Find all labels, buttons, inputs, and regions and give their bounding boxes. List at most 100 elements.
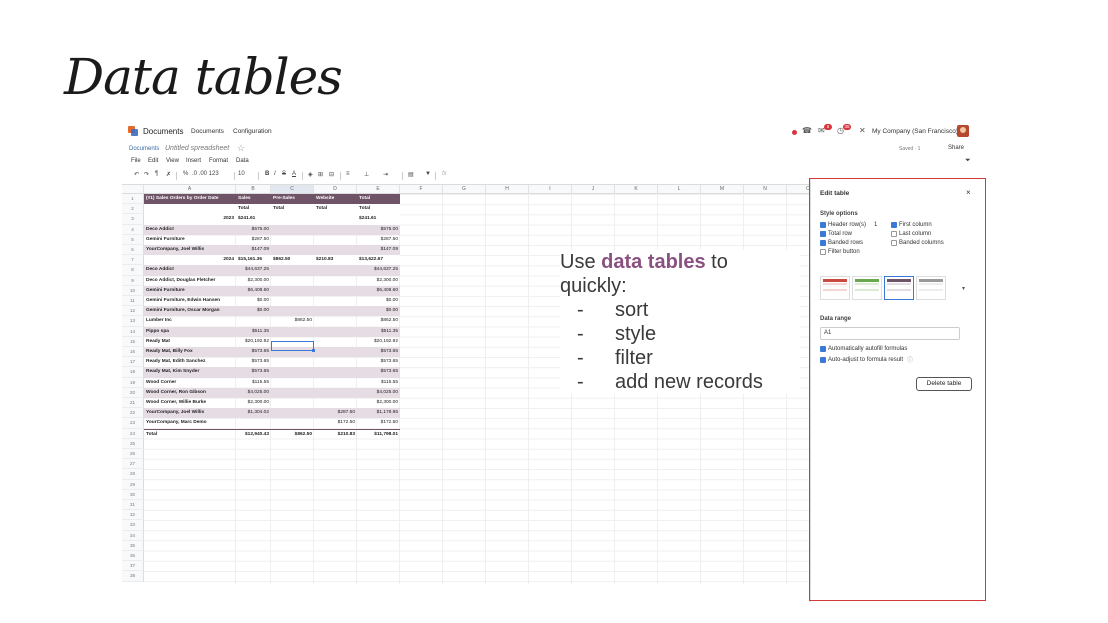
table-cell[interactable]: Total <box>144 430 236 439</box>
table-cell[interactable] <box>236 418 271 428</box>
table-cell[interactable] <box>314 398 357 408</box>
table-cell[interactable]: $2,300.00 <box>236 398 271 408</box>
column-header[interactable]: K <box>615 185 658 194</box>
table-cell[interactable]: $13,622.67 <box>357 255 400 265</box>
table-cell[interactable]: $573.65 <box>357 347 400 357</box>
table-cell[interactable]: $241.61 <box>357 214 400 224</box>
company-switcher[interactable]: My Company (San Francisco) <box>872 128 958 135</box>
table-cell[interactable]: $1,304.02 <box>236 408 271 418</box>
table-cell[interactable] <box>271 306 314 316</box>
table-row[interactable]: Pippo spa $511.35 $511.35 <box>144 326 400 337</box>
table-cell[interactable]: $287.50 <box>236 235 271 245</box>
app-name[interactable]: Documents <box>143 127 183 136</box>
table-cell[interactable]: Lumber Inc <box>144 316 236 326</box>
row-header[interactable]: 32 <box>122 510 144 521</box>
table-cell[interactable] <box>271 235 314 245</box>
last-column-checkbox[interactable]: Last column <box>891 231 931 237</box>
table-cell[interactable]: $11,798.01 <box>357 430 400 439</box>
row-header[interactable]: 18 <box>122 367 144 378</box>
style-swatch-gray[interactable] <box>916 276 946 300</box>
table-cell[interactable]: Deco Addict <box>144 225 236 235</box>
table-cell[interactable]: Ready Mat <box>144 337 236 347</box>
row-header[interactable]: 10 <box>122 285 144 296</box>
table-cell[interactable]: $573.65 <box>236 367 271 377</box>
number-format[interactable]: .0 .00 123 <box>192 171 219 177</box>
style-swatch-red[interactable] <box>820 276 850 300</box>
header-rows-checkbox[interactable]: Header row(s) 1 <box>820 222 877 228</box>
first-column-checkbox[interactable]: First column <box>891 222 932 228</box>
undo-icon[interactable]: ↶ <box>134 171 139 178</box>
menu-documents[interactable]: Documents <box>191 128 224 135</box>
row-header[interactable]: 25 <box>122 438 144 449</box>
text-color-icon[interactable]: A <box>292 171 296 177</box>
table-row[interactable]: Wood Corner, Ron Gibson $4,025.00 $4,025.0… <box>144 387 400 398</box>
data-range-input[interactable]: A1 <box>820 327 960 340</box>
table-cell[interactable] <box>314 337 357 347</box>
table-cell[interactable]: $287.50 <box>357 235 400 245</box>
row-header[interactable]: 20 <box>122 387 144 398</box>
table-row[interactable]: YourCompany, Joel Willis $147.09 $147.09 <box>144 245 400 256</box>
row-header[interactable]: 16 <box>122 347 144 358</box>
table-cell[interactable] <box>314 214 357 224</box>
column-header[interactable]: G <box>443 185 486 194</box>
table-cell[interactable]: Total <box>357 194 400 204</box>
row-header[interactable]: 19 <box>122 377 144 388</box>
table-cell[interactable] <box>314 357 357 367</box>
italic-icon[interactable]: I <box>274 171 276 177</box>
style-swatch-green[interactable] <box>852 276 882 300</box>
row-header[interactable]: 29 <box>122 479 144 490</box>
table-cell[interactable]: $172.50 <box>314 418 357 428</box>
table-cell[interactable]: Ready Mat, Kim Snyder <box>144 367 236 377</box>
table-cell[interactable] <box>271 276 314 286</box>
filter-panel-icon[interactable]: ⏷ <box>965 157 971 165</box>
table-cell[interactable]: Total <box>357 204 400 214</box>
table-cell[interactable]: $862.50 <box>271 255 314 265</box>
table-cell[interactable]: Gemini Furniture, Edwin Hansen <box>144 296 236 306</box>
row-header[interactable]: 33 <box>122 520 144 531</box>
table-cell[interactable] <box>271 357 314 367</box>
borders-icon[interactable]: ⊞ <box>318 171 323 178</box>
table-cell[interactable]: Sales <box>236 194 271 204</box>
table-cell[interactable]: $573.65 <box>236 357 271 367</box>
menu-insert[interactable]: Insert <box>186 158 201 164</box>
table-row[interactable]: Gemini Furniture, Edwin Hansen $0.00 $0.00 <box>144 296 400 306</box>
row-header[interactable]: 35 <box>122 540 144 551</box>
table-cell[interactable] <box>314 235 357 245</box>
table-cell[interactable]: $4,025.00 <box>236 388 271 398</box>
row-header[interactable]: 8 <box>122 265 144 276</box>
align-icon[interactable]: ≡ <box>346 171 350 177</box>
table-cell[interactable]: $573.65 <box>357 357 400 367</box>
header-rows-count[interactable]: 1 <box>874 222 877 228</box>
row-header[interactable]: 6 <box>122 245 144 256</box>
table-cell[interactable]: $241.61 <box>236 214 271 224</box>
chevron-down-icon[interactable]: ▾ <box>962 285 965 292</box>
table-cell[interactable]: $575.00 <box>236 225 271 235</box>
table-cell[interactable]: Gemini Furniture, Oscar Morgan <box>144 306 236 316</box>
style-swatch-purple[interactable] <box>884 276 914 300</box>
table-cell[interactable]: $0.00 <box>236 296 271 306</box>
table-row[interactable]: Gemini Furniture $6,408.60 $6,408.60 <box>144 285 400 296</box>
menu-file[interactable]: File <box>131 158 141 164</box>
row-header[interactable]: 23 <box>122 418 144 429</box>
row-header[interactable]: 37 <box>122 561 144 572</box>
row-header[interactable]: 14 <box>122 326 144 337</box>
table-cell[interactable] <box>271 286 314 296</box>
font-size-select[interactable]: 10 <box>238 171 245 177</box>
table-cell[interactable]: Wood Corner, Willie Burke <box>144 398 236 408</box>
star-icon[interactable]: ☆ <box>237 143 245 154</box>
table-cell[interactable]: $4,025.00 <box>357 388 400 398</box>
select-all-corner[interactable] <box>122 185 144 194</box>
autofill-checkbox[interactable]: Automatically autofill formulas <box>820 346 907 352</box>
table-cell[interactable] <box>314 245 357 255</box>
row-header[interactable]: 9 <box>122 275 144 286</box>
filter-button-checkbox[interactable]: Filter button <box>820 249 860 255</box>
table-cell[interactable]: Website <box>314 194 357 204</box>
table-cell[interactable] <box>271 225 314 235</box>
row-header[interactable]: 27 <box>122 459 144 470</box>
table-row[interactable]: Ready Mat, Edith Sanchez $573.65 $573.65 <box>144 357 400 367</box>
document-title[interactable]: Untitled spreadsheet <box>165 145 229 152</box>
table-cell[interactable]: Wood Corner <box>144 378 236 388</box>
menu-edit[interactable]: Edit <box>148 158 158 164</box>
table-cell[interactable]: $20,192.92 <box>357 337 400 347</box>
table-row[interactable]: Gemini Furniture $287.50 $287.50 <box>144 235 400 245</box>
